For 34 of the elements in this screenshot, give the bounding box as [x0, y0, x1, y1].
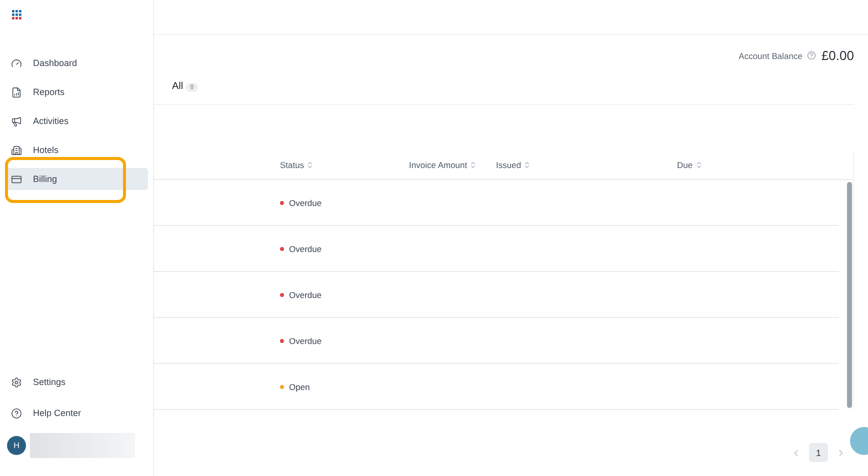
sort-icon [523, 161, 532, 169]
sidebar-item[interactable]: Settings [5, 371, 148, 393]
column-header[interactable]: Issued [496, 160, 677, 170]
scrollbar-thumb[interactable] [847, 182, 852, 408]
status-cell: Open [280, 382, 409, 392]
balance-label: Account Balance [738, 50, 802, 60]
sidebar-item[interactable]: Dashboard [5, 52, 148, 74]
sidebar-item[interactable]: Help Center [5, 402, 148, 424]
column-header[interactable]: Due [677, 160, 853, 170]
apps-grid-icon[interactable] [12, 10, 22, 20]
sort-icon [306, 161, 314, 169]
page-button[interactable]: 1 [809, 443, 828, 462]
settings-icon [11, 376, 22, 388]
sidebar-item[interactable]: Hotels [5, 139, 148, 161]
status-cell: Overdue [280, 198, 409, 208]
sort-icon [694, 161, 703, 169]
help-icon [11, 408, 22, 418]
sidebar-item[interactable]: Billing [5, 168, 148, 190]
chart-icon [11, 86, 22, 98]
sort-icon [469, 161, 478, 169]
user-avatar[interactable]: H [7, 436, 26, 455]
column-header[interactable]: Status [280, 160, 409, 170]
sidebar-item[interactable]: Activities [5, 110, 148, 132]
sidebar-item[interactable]: Reports [5, 81, 148, 103]
status-cell: Overdue [280, 336, 409, 346]
balance-value: £0.00 [821, 48, 854, 63]
building-icon [11, 144, 22, 156]
gauge-icon [11, 58, 22, 68]
status-cell: Overdue [280, 290, 409, 300]
card-icon [11, 174, 22, 184]
status-cell: Overdue [280, 244, 409, 254]
help-icon[interactable] [807, 51, 816, 60]
megaphone-icon [11, 116, 22, 126]
column-header[interactable]: Invoice Amount [409, 160, 496, 170]
